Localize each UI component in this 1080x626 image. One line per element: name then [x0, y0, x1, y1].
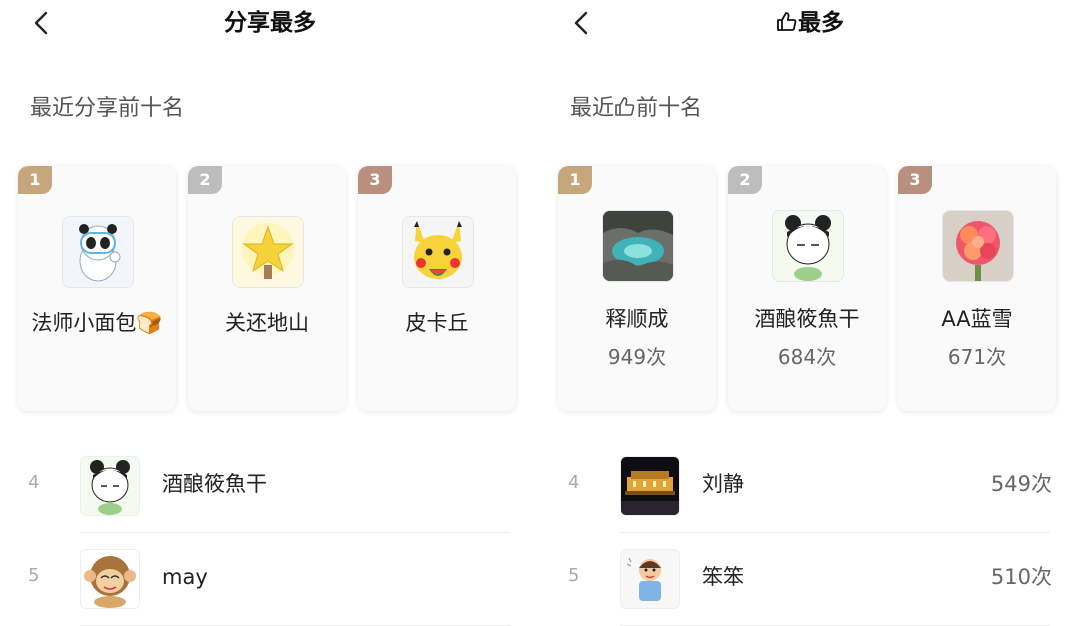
- page-title: 最多: [540, 6, 1080, 42]
- top-card-2[interactable]: 2 关还地山: [188, 166, 346, 411]
- like-count: 949次: [607, 345, 667, 369]
- user-name: AA蓝雪: [941, 307, 1013, 331]
- rank-number: 5: [568, 565, 580, 586]
- rank-number: 4: [568, 472, 580, 493]
- section-title: 最近 前十名: [570, 92, 702, 128]
- section-title-prefix: 最近: [570, 96, 615, 121]
- user-name: 刘静: [702, 472, 744, 496]
- user-name: 皮卡丘: [405, 311, 469, 335]
- like-count: 684次: [777, 345, 837, 369]
- section-title-suffix: 前十名: [636, 96, 703, 121]
- rank-number: 4: [28, 472, 40, 493]
- section-title: 最近分享前十名: [30, 96, 185, 121]
- list-item[interactable]: 5 笨笨 510次: [540, 533, 1080, 626]
- share-ranking-panel: 分享最多 最近分享前十名 1 法师小面包🍞 2 关还地山 3 皮卡丘 4 酒酿筱…: [0, 0, 540, 626]
- user-name: 酒酿筱魚干: [162, 472, 267, 496]
- rank-badge: 3: [358, 166, 392, 194]
- avatar: [772, 210, 844, 282]
- list-item[interactable]: 4 刘静 549次: [540, 440, 1080, 533]
- avatar: [942, 210, 1014, 282]
- top-card-3[interactable]: 3 AA蓝雪 671次: [898, 166, 1056, 411]
- avatar: [62, 216, 134, 288]
- rank-number: 5: [28, 565, 40, 586]
- list-item[interactable]: 4 酒酿筱魚干: [0, 440, 540, 533]
- like-count: 549次: [990, 472, 1052, 496]
- avatar: [620, 456, 680, 516]
- avatar: [620, 549, 680, 609]
- rank-badge: 2: [188, 166, 222, 194]
- top-card-1[interactable]: 1 释顺成 949次: [558, 166, 716, 411]
- like-ranking-panel: 最多 最近 前十名 1 释顺成 949次 2 酒酿筱魚干 684次 3 AA蓝雪…: [540, 0, 1080, 626]
- user-name: 法师小面包🍞: [31, 311, 163, 335]
- thumbs-up-icon: [776, 8, 798, 42]
- avatar: [402, 216, 474, 288]
- avatar: [80, 456, 140, 516]
- title-text: 最多: [798, 10, 844, 36]
- top-card-1[interactable]: 1 法师小面包🍞: [18, 166, 176, 411]
- top-card-3[interactable]: 3 皮卡丘: [358, 166, 516, 411]
- rank-badge: 2: [728, 166, 762, 194]
- user-name: 笨笨: [702, 565, 744, 589]
- rank-badge: 1: [558, 166, 592, 194]
- user-name: 关还地山: [225, 311, 309, 335]
- list-item[interactable]: 5 may: [0, 533, 540, 626]
- top3-cards: 1 释顺成 949次 2 酒酿筱魚干 684次 3 AA蓝雪 671次: [558, 166, 1078, 414]
- rank-badge: 1: [18, 166, 52, 194]
- avatar: [80, 549, 140, 609]
- top3-cards: 1 法师小面包🍞 2 关还地山 3 皮卡丘: [18, 166, 538, 414]
- app-screen: 分享最多 最近分享前十名 1 法师小面包🍞 2 关还地山 3 皮卡丘 4 酒酿筱…: [0, 0, 1080, 626]
- user-name: 释顺成: [605, 307, 669, 331]
- avatar: [232, 216, 304, 288]
- thumbs-up-icon: [614, 94, 636, 128]
- user-name: 酒酿筱魚干: [754, 307, 860, 331]
- rank-badge: 3: [898, 166, 932, 194]
- page-title: 分享最多: [224, 10, 316, 36]
- user-name: may: [162, 565, 208, 589]
- like-count: 510次: [990, 565, 1052, 589]
- top-card-2[interactable]: 2 酒酿筱魚干 684次: [728, 166, 886, 411]
- ranking-list: 4 酒酿筱魚干 5 may: [0, 440, 540, 626]
- avatar: [602, 210, 674, 282]
- ranking-list: 4 刘静 549次 5 笨笨 510次: [540, 440, 1080, 626]
- like-count: 671次: [947, 345, 1007, 369]
